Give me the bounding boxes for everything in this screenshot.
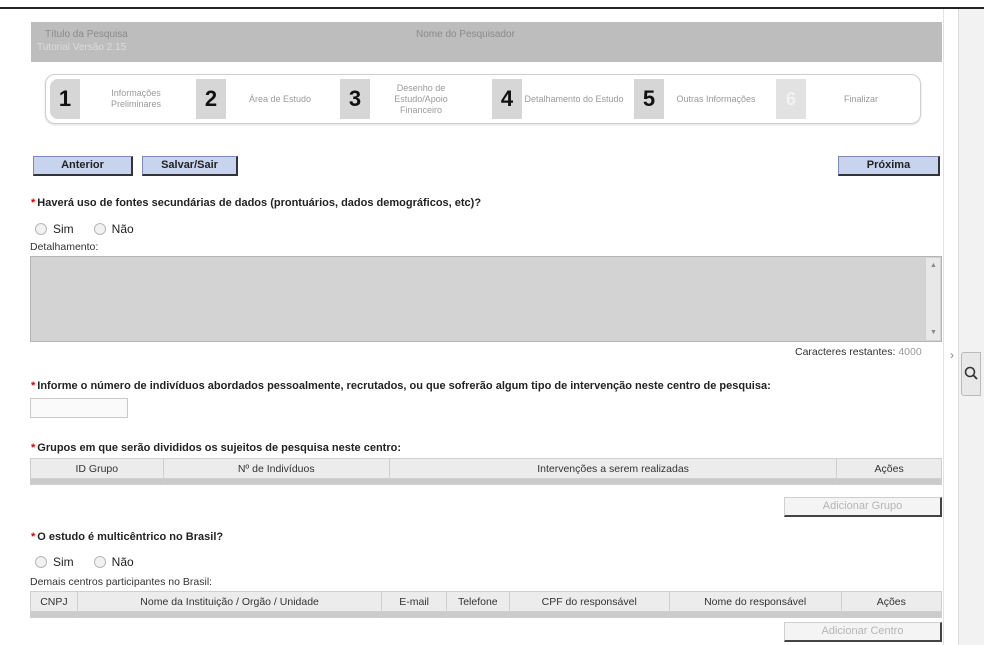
column-header: Intervenções a serem realizadas xyxy=(388,458,838,479)
scroll-down-icon[interactable]: ▼ xyxy=(930,329,937,336)
table-cell xyxy=(30,611,78,618)
column-header: Ações xyxy=(840,591,943,612)
step-4-number[interactable]: 4 xyxy=(492,79,522,119)
add-center-button[interactable]: Adicionar Centro xyxy=(784,622,942,642)
step-3-number[interactable]: 3 xyxy=(340,79,370,119)
table-cell xyxy=(76,611,383,618)
step-4-label[interactable]: Detalhamento do Estudo xyxy=(524,81,624,117)
search-icon xyxy=(964,366,978,380)
title-value: Tutorial Versão 2.15 xyxy=(37,42,127,53)
secondary-sources-question: * Haverá uso de fontes secundárias de dad… xyxy=(31,197,481,209)
radio-icon[interactable] xyxy=(93,556,106,568)
column-header: E-mail xyxy=(381,591,447,612)
secondary-sources-yes[interactable]: Sim xyxy=(35,222,74,236)
radio-icon[interactable] xyxy=(35,556,47,568)
radio-icon[interactable] xyxy=(35,223,47,235)
groups-question-text: Grupos em que serão divididos os sujeito… xyxy=(37,442,401,454)
radio-icon[interactable] xyxy=(93,223,106,235)
centers-table: CNPJ Nome da Instituição / Orgão / Unida… xyxy=(30,591,943,618)
right-side-panel xyxy=(958,9,984,645)
required-asterisk: * xyxy=(31,442,36,454)
required-asterisk: * xyxy=(31,531,36,543)
groups-question: * Grupos em que serão divididos os sujeit… xyxy=(31,442,401,454)
previous-button[interactable]: Anterior xyxy=(33,156,133,176)
multicenter-no-label: Não xyxy=(111,555,134,569)
multicenter-no[interactable]: Não xyxy=(93,555,134,569)
table-row xyxy=(30,611,943,618)
characters-remaining-value: 4000 xyxy=(898,346,922,358)
centers-table-header: CNPJ Nome da Instituição / Orgão / Unida… xyxy=(30,591,943,612)
table-cell xyxy=(388,478,838,485)
column-header: CPF do responsável xyxy=(508,591,670,612)
characters-remaining: Caracteres restantes: 4000 xyxy=(795,346,922,358)
window-top-border xyxy=(0,7,984,9)
content-divider xyxy=(943,9,944,645)
column-header: Ações xyxy=(836,458,942,479)
table-cell xyxy=(840,611,943,618)
table-row xyxy=(30,478,942,485)
add-group-button[interactable]: Adicionar Grupo xyxy=(784,497,942,517)
multicenter-question-text: O estudo é multicêntrico no Brasil? xyxy=(37,531,224,543)
save-exit-button[interactable]: Salvar/Sair xyxy=(142,156,238,176)
table-cell xyxy=(508,611,670,618)
column-header: ID Grupo xyxy=(30,458,164,479)
step-1-label[interactable]: Informações Preliminares xyxy=(86,81,186,117)
title-label: Título da Pesquisa xyxy=(45,29,128,40)
column-header: Nome do responsável xyxy=(668,591,842,612)
chevron-right-icon[interactable]: › xyxy=(950,348,954,362)
step-2-label[interactable]: Área de Estudo xyxy=(230,81,330,117)
groups-table: ID Grupo Nº de Indivíduos Intervenções a… xyxy=(30,458,942,485)
table-cell xyxy=(668,611,842,618)
required-asterisk: * xyxy=(31,197,36,209)
secondary-sources-no[interactable]: Não xyxy=(93,222,134,236)
multicenter-question: * O estudo é multicêntrico no Brasil? xyxy=(31,531,223,543)
required-asterisk: * xyxy=(31,380,36,392)
step-6-label[interactable]: Finalizar xyxy=(816,81,906,117)
table-cell xyxy=(381,611,447,618)
table-cell xyxy=(30,478,164,485)
step-5-label[interactable]: Outras Informações xyxy=(666,81,766,117)
step-6-number[interactable]: 6 xyxy=(776,79,806,119)
step-5-number[interactable]: 5 xyxy=(634,79,664,119)
research-header: Título da Pesquisa Tutorial Versão 2.15 … xyxy=(31,22,942,62)
step-1-number[interactable]: 1 xyxy=(50,79,80,119)
characters-remaining-label: Caracteres restantes: xyxy=(795,346,896,358)
step-3-label[interactable]: Desenho de Estudo/Apoio Financeiro xyxy=(376,81,466,117)
scroll-up-icon[interactable]: ▲ xyxy=(930,262,937,269)
secondary-sources-radio-group: Sim Não xyxy=(35,222,154,236)
researcher-label: Nome do Pesquisador xyxy=(416,29,515,40)
groups-table-header: ID Grupo Nº de Indivíduos Intervenções a… xyxy=(30,458,942,479)
individuals-input[interactable] xyxy=(30,398,128,418)
table-cell xyxy=(162,478,390,485)
step-2-number[interactable]: 2 xyxy=(196,79,226,119)
individuals-question: * Informe o número de indivíduos abordado… xyxy=(31,380,771,392)
column-header: CNPJ xyxy=(30,591,78,612)
table-cell xyxy=(445,611,510,618)
detail-textarea[interactable]: ▲ ▼ xyxy=(30,256,942,342)
multicenter-yes[interactable]: Sim xyxy=(35,555,74,569)
detail-label: Detalhamento: xyxy=(30,241,99,253)
multicenter-yes-label: Sim xyxy=(53,555,74,569)
column-header: Nome da Instituição / Orgão / Unidade xyxy=(76,591,383,612)
centers-label: Demais centros participantes no Brasil: xyxy=(30,576,213,588)
secondary-sources-no-label: Não xyxy=(111,222,134,236)
table-cell xyxy=(836,478,942,485)
secondary-sources-question-text: Haverá uso de fontes secundárias de dado… xyxy=(37,197,482,209)
textarea-scrollbar[interactable]: ▲ ▼ xyxy=(925,258,940,340)
side-search-toggle[interactable] xyxy=(961,352,981,396)
individuals-question-text: Informe o número de indivíduos abordados… xyxy=(37,380,771,392)
step-progress-bar: 1 Informações Preliminares 2 Área de Est… xyxy=(45,74,921,124)
secondary-sources-yes-label: Sim xyxy=(53,222,74,236)
multicenter-radio-group: Sim Não xyxy=(35,555,154,569)
next-button[interactable]: Próxima xyxy=(838,156,940,176)
column-header: Nº de Indivíduos xyxy=(162,458,390,479)
column-header: Telefone xyxy=(445,591,510,612)
